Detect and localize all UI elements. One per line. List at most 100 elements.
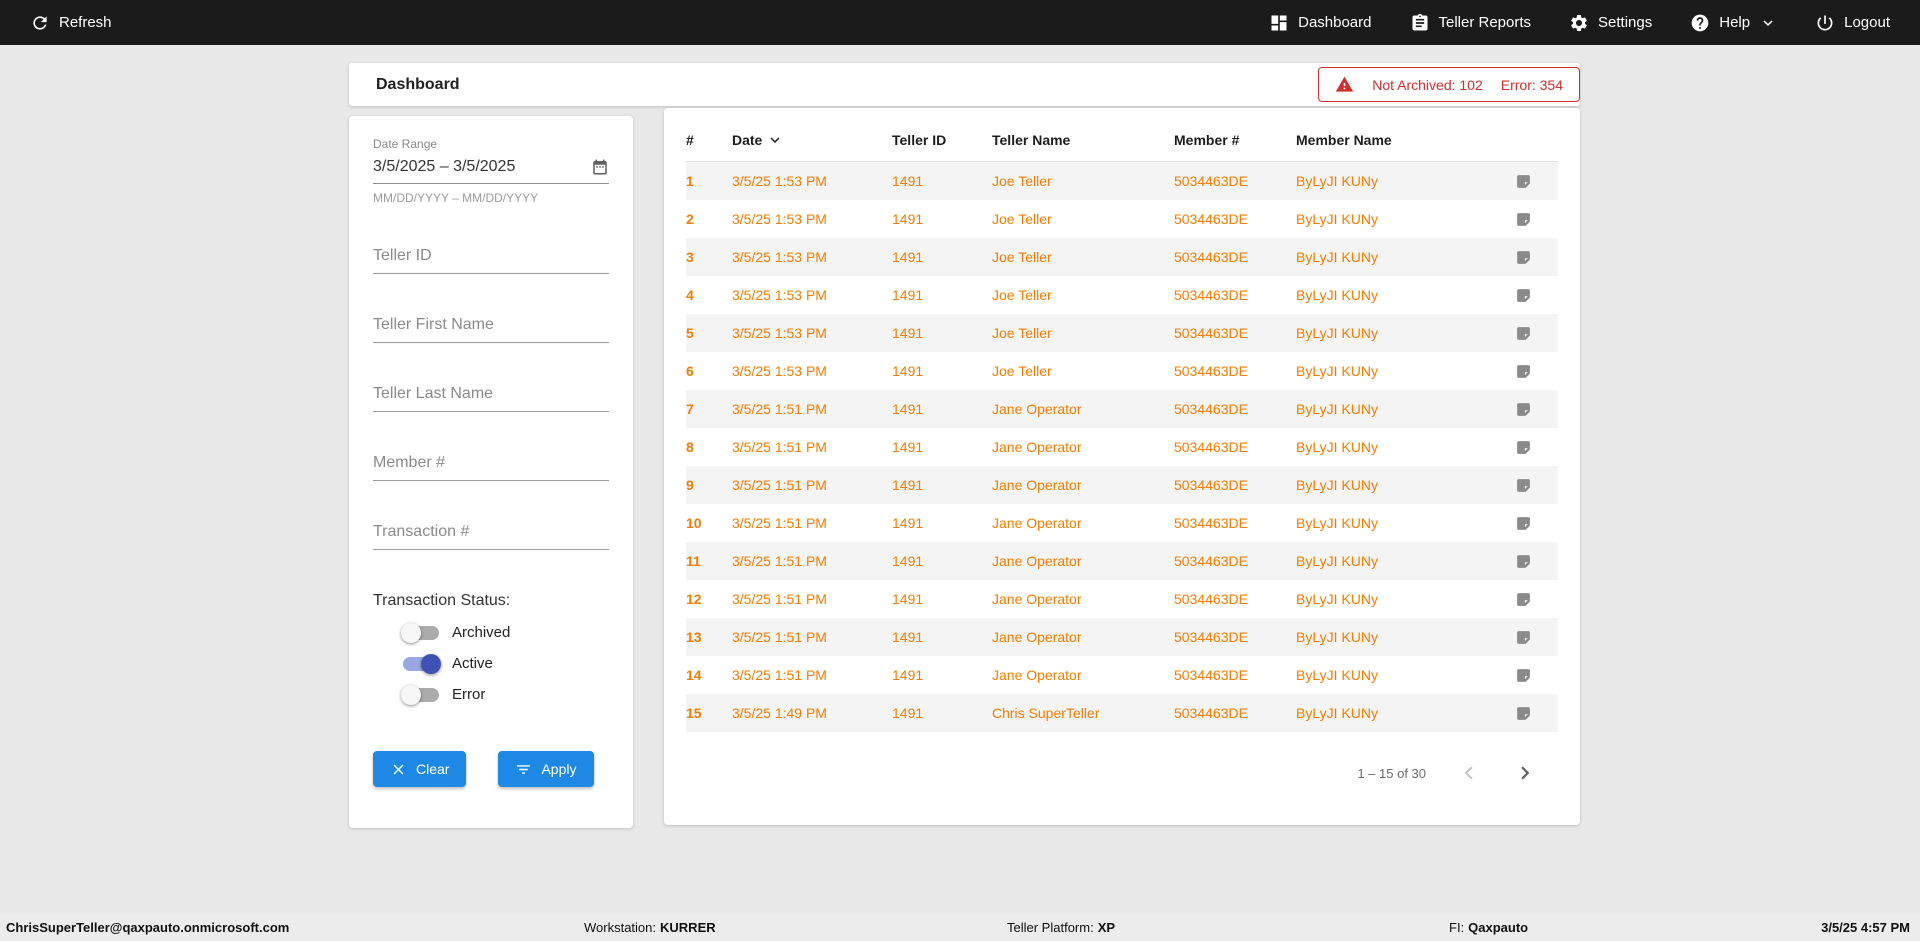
note-icon[interactable] — [1488, 553, 1558, 570]
note-icon[interactable] — [1488, 363, 1558, 380]
row-number: 10 — [686, 515, 702, 531]
row-date: 3/5/25 1:53 PM — [732, 249, 827, 265]
row-date: 3/5/25 1:51 PM — [732, 515, 827, 531]
table-row[interactable]: 11 3/5/25 1:51 PM 1491 Jane Operator 503… — [686, 542, 1558, 580]
table-row[interactable]: 10 3/5/25 1:51 PM 1491 Jane Operator 503… — [686, 504, 1558, 542]
nav-label: Teller Reports — [1438, 14, 1532, 31]
dashboard-icon — [1269, 13, 1289, 33]
col-date[interactable]: Date — [732, 131, 892, 149]
status-toggle[interactable]: Error — [401, 684, 609, 705]
nav-dashboard[interactable]: Dashboard — [1269, 13, 1372, 33]
row-member-name: ByLyJI KUNy — [1296, 553, 1378, 569]
row-member-number: 5034463DE — [1174, 705, 1248, 721]
row-member-name: ByLyJI KUNy — [1296, 211, 1378, 227]
apply-button-label: Apply — [541, 761, 577, 777]
transaction-number-input[interactable] — [373, 517, 609, 550]
toggle-list: Archived Active Error — [373, 622, 609, 705]
row-member-number: 5034463DE — [1174, 287, 1248, 303]
note-icon[interactable] — [1488, 477, 1558, 494]
table-row[interactable]: 1 3/5/25 1:53 PM 1491 Joe Teller 5034463… — [686, 162, 1558, 200]
note-icon[interactable] — [1488, 667, 1558, 684]
toggle-switch[interactable] — [401, 684, 439, 705]
nav-logout[interactable]: Logout — [1815, 13, 1890, 33]
row-member-number: 5034463DE — [1174, 363, 1248, 379]
table-row[interactable]: 9 3/5/25 1:51 PM 1491 Jane Operator 5034… — [686, 466, 1558, 504]
row-member-name: ByLyJI KUNy — [1296, 401, 1378, 417]
row-teller-id: 1491 — [892, 401, 924, 417]
row-number: 12 — [686, 591, 702, 607]
teller-last-name-input[interactable] — [373, 379, 609, 412]
refresh-button[interactable]: Refresh — [30, 13, 112, 33]
row-member-number: 5034463DE — [1174, 667, 1248, 683]
note-icon[interactable] — [1488, 173, 1558, 190]
row-date: 3/5/25 1:51 PM — [732, 591, 827, 607]
table-row[interactable]: 3 3/5/25 1:53 PM 1491 Joe Teller 5034463… — [686, 238, 1558, 276]
status-toggle[interactable]: Archived — [401, 622, 609, 643]
note-icon[interactable] — [1488, 705, 1558, 722]
col-member-name: Member Name — [1296, 131, 1392, 148]
row-member-name: ByLyJI KUNy — [1296, 667, 1378, 683]
table-row[interactable]: 12 3/5/25 1:51 PM 1491 Jane Operator 503… — [686, 580, 1558, 618]
row-teller-id: 1491 — [892, 325, 924, 341]
alert-error: Error: 354 — [1500, 76, 1563, 93]
table-row[interactable]: 13 3/5/25 1:51 PM 1491 Jane Operator 503… — [686, 618, 1558, 656]
help-icon — [1690, 13, 1710, 33]
note-icon[interactable] — [1488, 287, 1558, 304]
row-number: 3 — [686, 249, 694, 265]
table-row[interactable]: 8 3/5/25 1:51 PM 1491 Jane Operator 5034… — [686, 428, 1558, 466]
row-member-number: 5034463DE — [1174, 629, 1248, 645]
filter-actions: Clear Apply — [373, 751, 609, 787]
toggle-switch[interactable] — [403, 653, 441, 674]
row-member-name: ByLyJI KUNy — [1296, 439, 1378, 455]
power-icon — [1815, 13, 1835, 33]
pagination: 1 – 15 of 30 — [686, 760, 1558, 786]
clear-button[interactable]: Clear — [373, 751, 467, 787]
date-range-input[interactable] — [373, 158, 573, 176]
table-row[interactable]: 5 3/5/25 1:53 PM 1491 Joe Teller 5034463… — [686, 314, 1558, 352]
teller-first-name-input[interactable] — [373, 310, 609, 343]
nav-teller-reports[interactable]: Teller Reports — [1410, 13, 1532, 33]
member-number-input[interactable] — [373, 448, 609, 481]
note-icon[interactable] — [1488, 325, 1558, 342]
row-member-number: 5034463DE — [1174, 515, 1248, 531]
chevron-right-icon — [1521, 766, 1530, 780]
note-icon[interactable] — [1488, 591, 1558, 608]
filter-panel: Date Range MM/DD/YYYY – MM/DD/YYYY Trans… — [349, 116, 633, 828]
table-row[interactable]: 7 3/5/25 1:51 PM 1491 Jane Operator 5034… — [686, 390, 1558, 428]
apply-button[interactable]: Apply — [498, 751, 594, 787]
row-number: 7 — [686, 401, 694, 417]
table-row[interactable]: 15 3/5/25 1:49 PM 1491 Chris SuperTeller… — [686, 694, 1558, 732]
col-teller-id: Teller ID — [892, 131, 947, 148]
transaction-status-label: Transaction Status: — [373, 592, 511, 609]
row-date: 3/5/25 1:49 PM — [732, 705, 827, 721]
table-row[interactable]: 2 3/5/25 1:53 PM 1491 Joe Teller 5034463… — [686, 200, 1558, 238]
note-icon[interactable] — [1488, 515, 1558, 532]
note-icon[interactable] — [1488, 211, 1558, 228]
status-toggle[interactable]: Active — [403, 653, 609, 674]
toggle-switch[interactable] — [401, 622, 439, 643]
alert-banner: Not Archived: 102 Error: 354 — [1318, 67, 1580, 102]
nav-help[interactable]: Help — [1690, 13, 1777, 33]
table-row[interactable]: 6 3/5/25 1:53 PM 1491 Joe Teller 5034463… — [686, 352, 1558, 390]
calendar-icon[interactable] — [591, 158, 609, 176]
row-member-name: ByLyJI KUNy — [1296, 173, 1378, 189]
row-member-name: ByLyJI KUNy — [1296, 287, 1378, 303]
row-date: 3/5/25 1:51 PM — [732, 401, 827, 417]
row-date: 3/5/25 1:51 PM — [732, 439, 827, 455]
note-icon[interactable] — [1488, 629, 1558, 646]
teller-id-input[interactable] — [373, 241, 609, 274]
note-icon[interactable] — [1488, 249, 1558, 266]
note-icon[interactable] — [1488, 401, 1558, 418]
col-number: # — [686, 131, 694, 148]
pagination-next-button[interactable] — [1512, 760, 1538, 786]
refresh-label: Refresh — [59, 14, 112, 31]
note-icon[interactable] — [1488, 439, 1558, 456]
row-teller-id: 1491 — [892, 629, 924, 645]
table-row[interactable]: 14 3/5/25 1:51 PM 1491 Jane Operator 503… — [686, 656, 1558, 694]
row-teller-name: Joe Teller — [992, 325, 1052, 341]
row-teller-id: 1491 — [892, 211, 924, 227]
nav-settings[interactable]: Settings — [1569, 13, 1652, 33]
pagination-prev-button[interactable] — [1456, 760, 1482, 786]
table-row[interactable]: 4 3/5/25 1:53 PM 1491 Joe Teller 5034463… — [686, 276, 1558, 314]
row-member-number: 5034463DE — [1174, 211, 1248, 227]
